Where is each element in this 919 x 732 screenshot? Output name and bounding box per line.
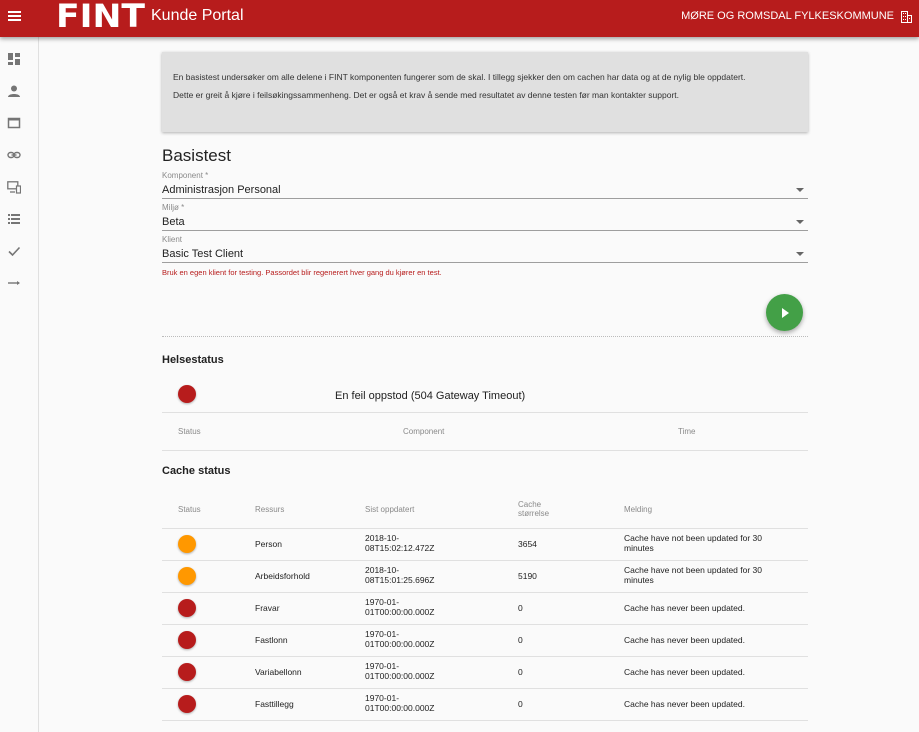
health-message: En feil oppstod (504 Gateway Timeout) bbox=[335, 390, 526, 402]
komponent-value: Administrasjon Personal bbox=[162, 184, 281, 196]
menu-icon[interactable] bbox=[8, 11, 21, 21]
cache-updated-line2: 01T00:00:00.000Z bbox=[365, 703, 435, 713]
cache-updated-line1: 1970-01- bbox=[365, 629, 400, 639]
cache-col-size: Cache størrelse bbox=[518, 500, 549, 518]
komponent-label: Komponent * bbox=[162, 171, 209, 180]
cache-message-line1: Cache have not been updated for 30 bbox=[624, 533, 762, 543]
cache-ressurs: Fastlonn bbox=[255, 635, 288, 645]
info-card: En basistest undersøker om alle delene i… bbox=[162, 52, 808, 132]
status-dot bbox=[178, 599, 196, 617]
info-paragraph-1: En basistest undersøker om alle delene i… bbox=[173, 72, 746, 82]
cache-updated-line1: 1970-01- bbox=[365, 693, 400, 703]
row-divider bbox=[162, 624, 808, 625]
sidebar bbox=[0, 37, 39, 732]
health-title: Helsestatus bbox=[162, 354, 224, 366]
cache-updated-line2: 08T15:02:12.472Z bbox=[365, 543, 435, 553]
row-divider bbox=[162, 720, 808, 721]
cache-col-melding: Melding bbox=[624, 505, 653, 514]
klient-select[interactable]: Klient Basic Test Client bbox=[162, 235, 808, 263]
cache-size: 0 bbox=[518, 699, 523, 709]
cache-updated-line1: 2018-10- bbox=[365, 533, 400, 543]
cache-ressurs: Variabellonn bbox=[255, 667, 302, 677]
page-title: Basistest bbox=[162, 146, 231, 165]
cache-updated-line2: 08T15:01:25.696Z bbox=[365, 575, 435, 585]
cache-ressurs: Fasttillegg bbox=[255, 699, 294, 709]
status-dot bbox=[178, 631, 196, 649]
cache-message-line1: Cache has never been updated. bbox=[624, 635, 745, 645]
window-icon[interactable] bbox=[7, 116, 21, 130]
building-icon[interactable] bbox=[901, 10, 912, 23]
cache-updated-line1: 1970-01- bbox=[365, 661, 400, 671]
divider bbox=[162, 450, 808, 451]
cache-col-status: Status bbox=[178, 505, 201, 514]
fint-logo: FINT bbox=[56, 0, 145, 35]
cache-message-line1: Cache have not been updated for 30 bbox=[624, 565, 762, 575]
chevron-down-icon[interactable] bbox=[796, 220, 804, 224]
cache-col-size-line1: Cache bbox=[518, 500, 542, 509]
cache-ressurs: Fravar bbox=[255, 603, 280, 613]
cache-ressurs: Arbeidsforhold bbox=[255, 571, 310, 581]
komponent-select[interactable]: Komponent * Administrasjon Personal bbox=[162, 171, 808, 199]
cache-updated-line1: 2018-10- bbox=[365, 565, 400, 575]
cache-size: 3654 bbox=[518, 539, 537, 549]
cache-updated-line2: 01T00:00:00.000Z bbox=[365, 607, 435, 617]
health-col-time: Time bbox=[678, 427, 696, 436]
cache-updated-line2: 01T00:00:00.000Z bbox=[365, 639, 435, 649]
row-divider bbox=[162, 656, 808, 657]
cache-message-line1: Cache has never been updated. bbox=[624, 667, 745, 677]
divider bbox=[162, 412, 808, 413]
organization-name[interactable]: MØRE OG ROMSDAL FYLKESKOMMUNE bbox=[681, 10, 894, 23]
chevron-down-icon[interactable] bbox=[796, 188, 804, 192]
divider bbox=[162, 336, 808, 337]
status-dot bbox=[178, 567, 196, 585]
klient-value: Basic Test Client bbox=[162, 248, 244, 260]
miljo-select[interactable]: Miljø * Beta bbox=[162, 203, 808, 231]
miljo-value: Beta bbox=[162, 216, 185, 228]
row-divider bbox=[162, 592, 808, 593]
health-col-status: Status bbox=[178, 427, 201, 436]
link-icon[interactable] bbox=[7, 148, 21, 162]
health-col-component: Component bbox=[403, 427, 445, 436]
person-icon[interactable] bbox=[7, 84, 21, 98]
app-title: Kunde Portal bbox=[151, 7, 244, 24]
cache-ressurs: Person bbox=[255, 539, 282, 549]
cache-message-line1: Cache has never been updated. bbox=[624, 603, 745, 613]
list-icon[interactable] bbox=[7, 212, 21, 226]
dashboard-icon[interactable] bbox=[7, 52, 21, 66]
divider bbox=[162, 528, 808, 529]
cache-size: 5190 bbox=[518, 571, 537, 581]
info-paragraph-2: Dette er greit å kjøre i feilsøkingssamm… bbox=[173, 90, 679, 100]
row-divider bbox=[162, 560, 808, 561]
check-icon[interactable] bbox=[7, 244, 21, 258]
cache-title: Cache status bbox=[162, 465, 231, 477]
status-dot bbox=[178, 695, 196, 713]
cache-col-updated: Sist oppdatert bbox=[365, 505, 415, 514]
cache-size: 0 bbox=[518, 603, 523, 613]
cache-message-line2: minutes bbox=[624, 543, 654, 553]
miljo-label: Miljø * bbox=[162, 203, 185, 212]
cache-updated-line2: 01T00:00:00.000Z bbox=[365, 671, 435, 681]
status-dot bbox=[178, 663, 196, 681]
cache-updated-line1: 1970-01- bbox=[365, 597, 400, 607]
cache-message-line1: Cache has never been updated. bbox=[624, 699, 745, 709]
klient-hint: Bruk en egen klient for testing. Passord… bbox=[162, 268, 442, 277]
cache-size: 0 bbox=[518, 667, 523, 677]
play-icon bbox=[782, 308, 789, 318]
klient-label: Klient bbox=[162, 235, 183, 244]
cache-col-size-line2: størrelse bbox=[518, 509, 550, 518]
row-divider bbox=[162, 688, 808, 689]
health-status-dot bbox=[178, 385, 196, 403]
cache-size: 0 bbox=[518, 635, 523, 645]
run-test-button[interactable] bbox=[766, 294, 803, 331]
cache-col-ressurs: Ressurs bbox=[255, 505, 285, 514]
chevron-down-icon[interactable] bbox=[796, 252, 804, 256]
top-app-bar: FINT Kunde Portal MØRE OG ROMSDAL FYLKES… bbox=[0, 0, 919, 37]
cache-message-line2: minutes bbox=[624, 575, 654, 585]
devices-icon[interactable] bbox=[7, 180, 21, 194]
status-dot bbox=[178, 535, 196, 553]
arrow-right-icon[interactable] bbox=[7, 276, 21, 290]
